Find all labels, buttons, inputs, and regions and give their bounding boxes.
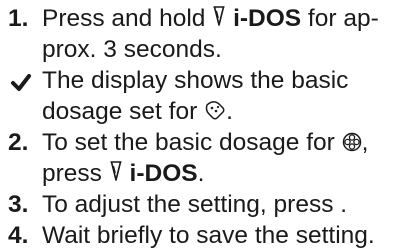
step-1: 1. Press and hold i-DOS for ap- prox. 3 … bbox=[8, 3, 412, 65]
step-4-line-1: Wait briefly to save the setting. bbox=[42, 222, 375, 249]
idos-drop-icon bbox=[212, 4, 226, 28]
result-item: The display shows the basic dosage set f… bbox=[8, 65, 412, 127]
step-number: 2. bbox=[8, 129, 29, 156]
flower-symbol-icon bbox=[342, 132, 362, 152]
step-3-line-1: To adjust the setting, press . bbox=[42, 191, 348, 218]
idos-drop-icon bbox=[109, 159, 123, 183]
step-number: 1. bbox=[8, 5, 29, 32]
step-2-line-1: To set the basic dosage for , bbox=[42, 129, 369, 156]
step-2: 2. To set the basic dosage for , press i… bbox=[8, 127, 412, 189]
result-line-2: dosage set for . bbox=[42, 98, 233, 125]
step-1-line-1: Press and hold i-DOS for ap- bbox=[42, 4, 379, 32]
step-number: 4. bbox=[8, 222, 29, 249]
step-2-line-2: press i-DOS. bbox=[42, 159, 205, 187]
step-1-line-2: prox. 3 seconds. bbox=[42, 36, 222, 63]
step-3: 3. To adjust the setting, press . bbox=[8, 189, 412, 220]
step-4: 4. Wait briefly to save the setting. bbox=[8, 220, 412, 251]
idos-keyword: i-DOS bbox=[233, 5, 302, 32]
result-line-1: The display shows the basic bbox=[42, 67, 349, 94]
step-number: 3. bbox=[8, 191, 29, 218]
checkmark-icon bbox=[10, 70, 36, 92]
idos-keyword: i-DOS bbox=[129, 160, 198, 187]
instruction-list: 1. Press and hold i-DOS for ap- prox. 3 … bbox=[0, 0, 418, 249]
dosage-symbol-icon bbox=[204, 99, 226, 121]
